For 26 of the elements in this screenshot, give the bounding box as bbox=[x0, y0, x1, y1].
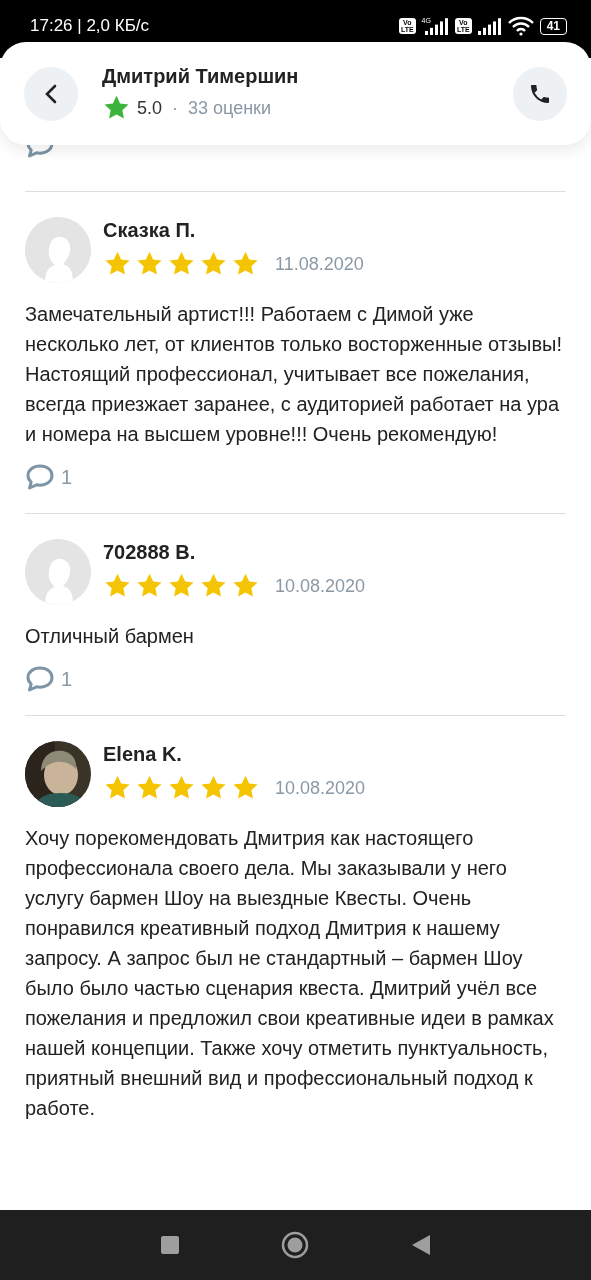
comment-icon bbox=[25, 463, 55, 491]
review-author: 702888 В. bbox=[103, 541, 197, 564]
review-text: Отличный бармен bbox=[25, 624, 195, 649]
review-text: Замечательный артист!!! Работаем с Димой уже несколько лет, от клиентов только восторженные отзывы!Настоящий профессионал, учитывает все пожелания, всегда приезжает заранее, с аудиторией работает на ура и номера на высшем уровне!!! Очень рекомендую! bbox=[25, 302, 564, 447]
review-date: 10.08.2020 bbox=[275, 575, 366, 597]
review-date: 11.08.2020 bbox=[275, 253, 364, 275]
recent-apps-button[interactable] bbox=[161, 1236, 180, 1254]
review-text: Хочу порекомендовать Дмитрия как настоящего профессионала своего дела. Мы заказывали у него услугу бармен Шоу на выездные Квесты. Очень понравился креативный подход Дмитрия к нашему запросу. А запрос был не стандартный – бармен Шоу было было частью сценария квеста. Дмитрий учёл все пожелания и предложил свои креативные идеи в рамках нашей концепции. Также хочу отметить пунктуальность, приятный внешний вид и профессиональный подход к работе. bbox=[25, 826, 555, 1121]
status-time: 17:26 | 2,0 КБ/с bbox=[30, 16, 151, 36]
rating-value: 5.0 bbox=[137, 97, 163, 119]
back-icon bbox=[44, 82, 58, 105]
comment-icon bbox=[25, 145, 55, 159]
home-button[interactable] bbox=[281, 1231, 310, 1259]
comment-count[interactable]: 1 bbox=[61, 667, 73, 691]
comment-count[interactable]: 1 bbox=[61, 465, 73, 489]
review-author: Сказка П. bbox=[103, 219, 197, 242]
review-author: Elena K. bbox=[103, 743, 183, 766]
back-nav-button[interactable] bbox=[411, 1235, 430, 1255]
battery-level: 41 bbox=[539, 17, 567, 35]
review-date: 10.08.2020 bbox=[275, 777, 366, 799]
wifi-icon bbox=[507, 16, 534, 36]
ratings-count-link[interactable]: 33 оценки bbox=[188, 97, 272, 119]
separator-dot: · bbox=[172, 97, 179, 119]
signal-icon bbox=[477, 17, 502, 35]
comment-icon bbox=[25, 665, 55, 693]
contractor-name: Дмитрий Тимершин bbox=[102, 65, 300, 88]
